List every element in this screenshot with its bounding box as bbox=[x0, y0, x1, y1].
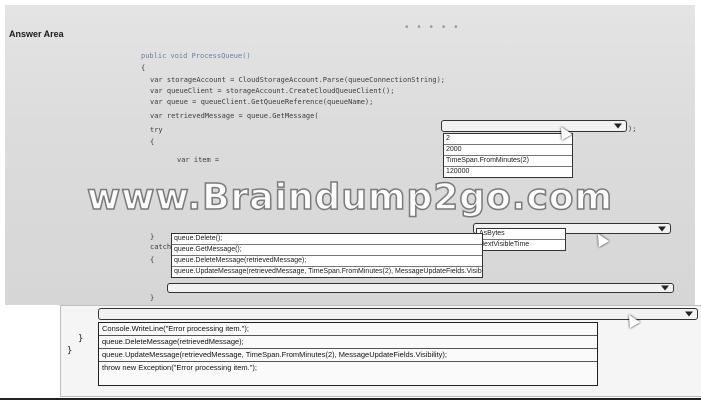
timeout-option[interactable]: 2 bbox=[444, 134, 572, 145]
message-property-option[interactable]: AsBytes bbox=[477, 229, 565, 240]
error-handler-option[interactable]: throw new Exception("Error processing it… bbox=[99, 362, 597, 374]
timeout-option[interactable]: 120000 bbox=[444, 167, 572, 177]
code-text: public void ProcessQueue() bbox=[141, 52, 251, 60]
code-line-method: public void ProcessQueue() bbox=[141, 52, 251, 60]
code-line-retrieved-message-end: ); bbox=[628, 125, 637, 133]
error-handler-dropdown[interactable] bbox=[98, 308, 698, 320]
code-line-try: try bbox=[150, 126, 163, 134]
error-handler-option[interactable]: queue.DeleteMessage(retrievedMessage); bbox=[99, 336, 597, 349]
code-line-try-close: } bbox=[150, 233, 155, 241]
timeout-option[interactable]: 2000 bbox=[444, 145, 572, 156]
code-line-catch-close: } bbox=[150, 294, 155, 302]
catch-dropdown-panel: } } Console.WriteLine("Error processing … bbox=[60, 305, 701, 397]
catch-action-option[interactable]: queue.UpdateMessage(retrievedMessage, Ti… bbox=[172, 267, 482, 277]
code-line-open-brace: { bbox=[141, 64, 146, 72]
error-handler-option[interactable]: Console.WriteLine("Error processing item… bbox=[99, 323, 597, 336]
screenshot-photo: Answer Area • • • • • public void Proces… bbox=[5, 5, 695, 305]
code-line-retrieved-message: var retrievedMessage = queue.GetMessage( bbox=[150, 112, 319, 120]
code-line-queue: var queue = queueClient.GetQueueReferenc… bbox=[150, 98, 374, 106]
catch-action-option[interactable]: queue.Delete(); bbox=[172, 234, 482, 245]
error-handler-options-list[interactable]: Console.WriteLine("Error processing item… bbox=[98, 322, 598, 386]
code-line-queue-client: var queueClient = storageAccount.CreateC… bbox=[150, 87, 395, 95]
chevron-down-icon bbox=[658, 226, 666, 231]
message-property-option[interactable]: NextVisibleTime bbox=[477, 240, 565, 250]
timeout-options-list[interactable]: 2 2000 TimeSpan.FromMinutes(2) 120000 bbox=[443, 133, 573, 178]
catch-action-options-list[interactable]: queue.Delete(); queue.GetMessage(); queu… bbox=[171, 233, 483, 278]
code-line-brace: } bbox=[67, 346, 73, 356]
code-line-brace: } bbox=[78, 334, 84, 344]
error-handler-option[interactable]: queue.UpdateMessage(retrievedMessage, Ti… bbox=[99, 349, 597, 362]
code-line-try-brace: { bbox=[150, 138, 155, 146]
code-line-catch: catch bbox=[150, 243, 172, 251]
page-dots: • • • • • bbox=[405, 22, 461, 33]
message-property-options-list[interactable]: AsBytes NextVisibleTime bbox=[476, 228, 566, 251]
chevron-down-icon bbox=[685, 311, 693, 317]
catch-action-option[interactable]: queue.DeleteMessage(retrievedMessage); bbox=[172, 256, 482, 267]
timeout-option[interactable]: TimeSpan.FromMinutes(2) bbox=[444, 156, 572, 167]
timeout-dropdown[interactable] bbox=[441, 120, 627, 132]
catch-action-option[interactable]: queue.GetMessage(); bbox=[172, 245, 482, 256]
code-line-storage-account: var storageAccount = CloudStorageAccount… bbox=[150, 76, 446, 84]
code-line-catch-brace: { bbox=[150, 256, 155, 264]
catch-action-dropdown[interactable] bbox=[167, 283, 674, 293]
answer-area-label: Answer Area bbox=[9, 29, 64, 39]
chevron-down-icon bbox=[614, 123, 622, 129]
watermark: www.Braindump2go.com bbox=[86, 176, 614, 219]
code-line-var-item: var item = bbox=[177, 156, 220, 164]
chevron-down-icon bbox=[661, 285, 669, 291]
divider bbox=[0, 398, 701, 400]
